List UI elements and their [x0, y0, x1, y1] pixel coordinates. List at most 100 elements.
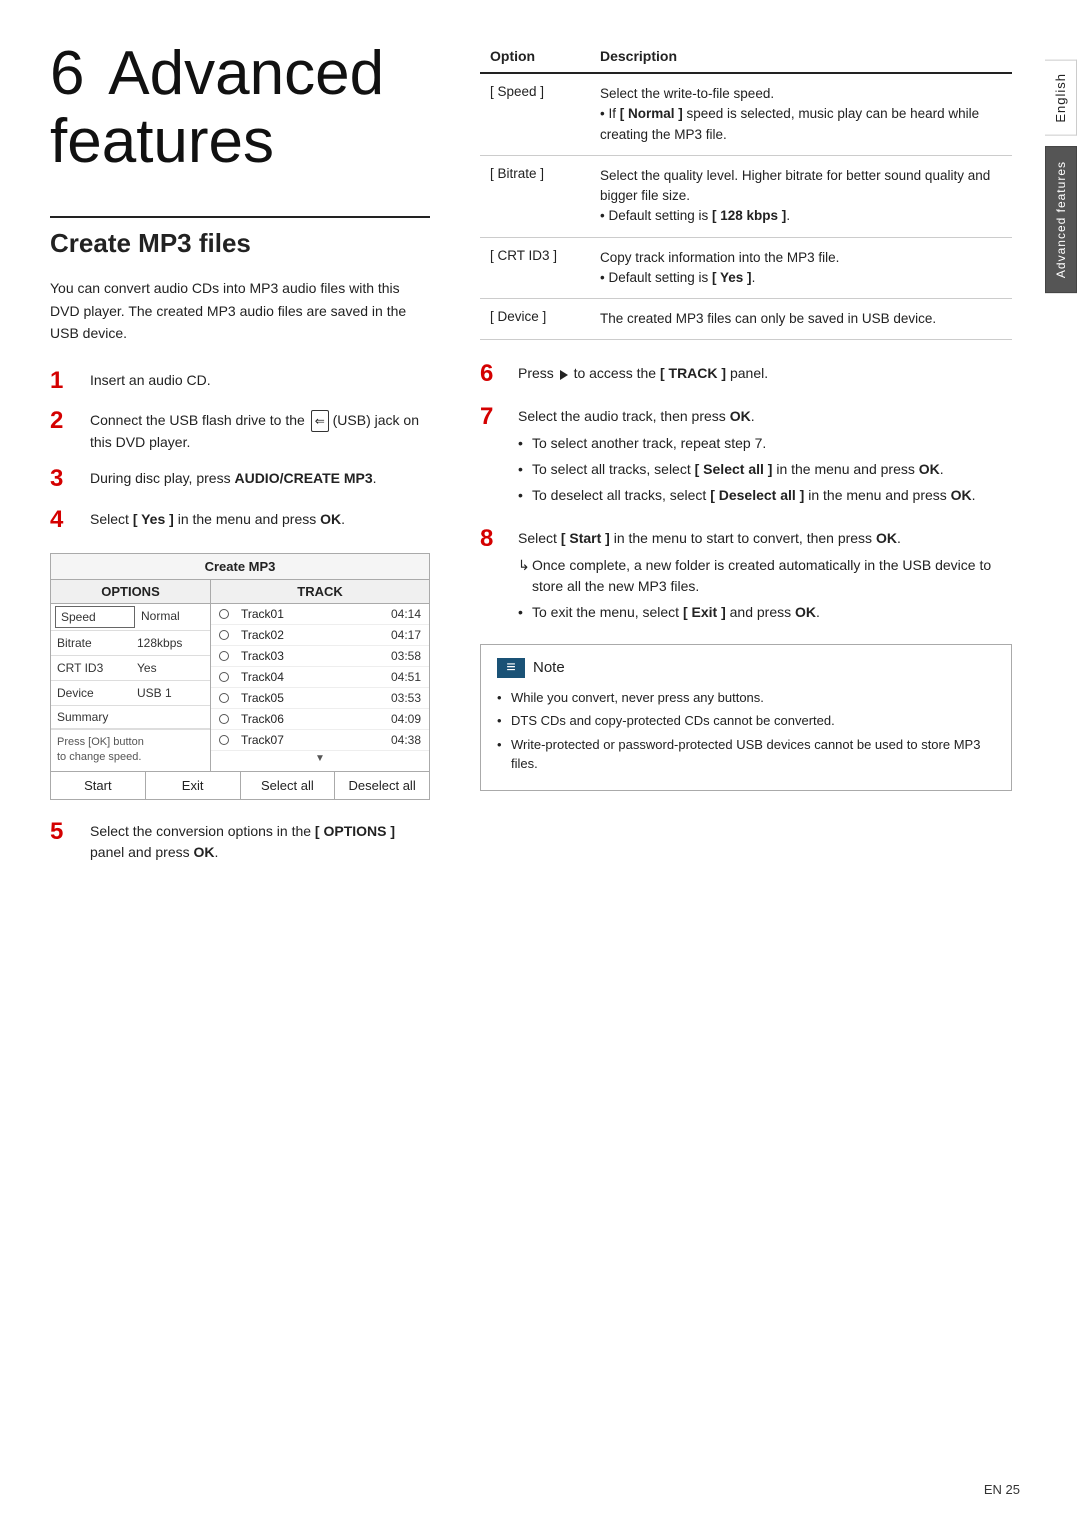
speed-label: Speed	[55, 606, 135, 628]
opt-speed-desc: Select the write-to-file speed. • If [ N…	[590, 73, 1012, 155]
track-name-4: Track04	[241, 670, 383, 684]
step-4: 4 Select [ Yes ] in the menu and press O…	[50, 506, 430, 535]
step-1-text: Insert an audio CD.	[90, 367, 211, 391]
bitrate-value: 128kbps	[131, 631, 210, 655]
track-row-5: Track05 03:53	[211, 688, 429, 709]
track-name-1: Track01	[241, 607, 383, 621]
track-radio-3	[219, 651, 229, 661]
note-item-3: Write-protected or password-protected US…	[497, 735, 995, 774]
left-column: 6 Advancedfeatures Create MP3 files You …	[0, 40, 460, 1487]
step-7-bullets: To select another track, repeat step 7. …	[518, 433, 976, 506]
step-1-num: 1	[50, 367, 80, 396]
track-row-2: Track02 04:17	[211, 625, 429, 646]
intro-text: You can convert audio CDs into MP3 audio…	[50, 277, 430, 344]
step-7-content: Select the audio track, then press OK. T…	[518, 403, 976, 511]
track-row-4: Track04 04:51	[211, 667, 429, 688]
step-4-text: Select [ Yes ] in the menu and press OK.	[90, 506, 345, 530]
track-time-5: 03:53	[391, 691, 421, 705]
step-3: 3 During disc play, press AUDIO/CREATE M…	[50, 465, 430, 494]
step-5: 5 Select the conversion options in the […	[50, 818, 430, 863]
note-list: While you convert, never press any butto…	[497, 688, 995, 774]
track-time-3: 03:58	[391, 649, 421, 663]
track-radio-5	[219, 693, 229, 703]
opt-bitrate-name: [ Bitrate ]	[480, 155, 590, 237]
deselect-all-button[interactable]: Deselect all	[335, 772, 429, 799]
step-7-num: 7	[480, 403, 508, 432]
note-item-1: While you convert, never press any butto…	[497, 688, 995, 708]
device-value: USB 1	[131, 681, 210, 705]
chapter-number: 6	[50, 39, 84, 108]
step-6: 6 Press to access the [ TRACK ] panel.	[480, 360, 1012, 389]
speed-value: Normal	[137, 604, 210, 630]
note-icon	[497, 658, 525, 678]
side-tab: English Advanced features	[1042, 0, 1080, 1527]
option-device: Device USB 1	[51, 681, 210, 706]
track-row-7: Track07 04:38	[211, 730, 429, 751]
step-3-num: 3	[50, 465, 80, 494]
menu-buttons[interactable]: Start Exit Select all Deselect all	[51, 771, 429, 799]
crtid3-value: Yes	[131, 656, 210, 680]
opt-crtid3-name: [ CRT ID3 ]	[480, 237, 590, 299]
table-row-bitrate: [ Bitrate ] Select the quality level. Hi…	[480, 155, 1012, 237]
step-8-bullet-1: Once complete, a new folder is created a…	[518, 555, 1012, 597]
table-row-speed: [ Speed ] Select the write-to-file speed…	[480, 73, 1012, 155]
menu-track-col: TRACK Track01 04:14 Track02 04:17	[211, 580, 429, 771]
step-5-num: 5	[50, 818, 80, 847]
exit-button[interactable]: Exit	[146, 772, 241, 799]
right-column: Option Description [ Speed ] Select the …	[460, 40, 1042, 1487]
track-row-1: Track01 04:14	[211, 604, 429, 625]
track-row-3: Track03 03:58	[211, 646, 429, 667]
summary-label: Summary	[51, 706, 210, 728]
track-radio-7	[219, 735, 229, 745]
menu-note: Press [OK] buttonto change speed.	[51, 729, 210, 771]
option-speed: Speed Normal	[51, 604, 210, 631]
track-name-2: Track02	[241, 628, 383, 642]
bitrate-label: Bitrate	[51, 631, 131, 655]
table-row-crtid3: [ CRT ID3 ] Copy track information into …	[480, 237, 1012, 299]
track-name-3: Track03	[241, 649, 383, 663]
track-name-6: Track06	[241, 712, 383, 726]
table-row-device: [ Device ] The created MP3 files can onl…	[480, 299, 1012, 340]
opt-crtid3-desc: Copy track information into the MP3 file…	[590, 237, 1012, 299]
step-2-text: Connect the USB flash drive to the ⇐ (US…	[90, 407, 430, 453]
track-name-7: Track07	[241, 733, 383, 747]
select-all-button[interactable]: Select all	[241, 772, 336, 799]
step-4-num: 4	[50, 506, 80, 535]
step-5-text: Select the conversion options in the [ O…	[90, 818, 430, 863]
track-radio-1	[219, 609, 229, 619]
option-crtid3: CRT ID3 Yes	[51, 656, 210, 681]
note-item-2: DTS CDs and copy-protected CDs cannot be…	[497, 711, 995, 731]
note-title: Note	[533, 657, 565, 680]
track-radio-2	[219, 630, 229, 640]
scroll-indicator: ▼	[211, 751, 429, 766]
step-7-bullet-3: To deselect all tracks, select [ Deselec…	[518, 485, 976, 506]
play-icon	[560, 370, 568, 380]
step-8-bullet-2: To exit the menu, select [ Exit ] and pr…	[518, 602, 1012, 623]
step-2-num: 2	[50, 407, 80, 436]
desc-col-header: Description	[590, 40, 1012, 73]
usb-icon: ⇐	[311, 410, 329, 432]
start-button[interactable]: Start	[51, 772, 146, 799]
track-row-6: Track06 04:09	[211, 709, 429, 730]
track-radio-4	[219, 672, 229, 682]
note-box: Note While you convert, never press any …	[480, 644, 1012, 791]
step-8-bullets: Once complete, a new folder is created a…	[518, 555, 1012, 623]
option-bitrate: Bitrate 128kbps	[51, 631, 210, 656]
step-2: 2 Connect the USB flash drive to the ⇐ (…	[50, 407, 430, 453]
track-time-7: 04:38	[391, 733, 421, 747]
track-name-5: Track05	[241, 691, 383, 705]
menu-columns: OPTIONS Speed Normal Bitrate 128kbps	[51, 580, 429, 771]
step-3-text: During disc play, press AUDIO/CREATE MP3…	[90, 465, 377, 489]
menu-options-col: OPTIONS Speed Normal Bitrate 128kbps	[51, 580, 211, 771]
left-step-5-list: 5 Select the conversion options in the […	[50, 818, 430, 863]
right-steps-list: 6 Press to access the [ TRACK ] panel. 7…	[480, 360, 1012, 628]
note-header: Note	[497, 657, 995, 680]
options-header: OPTIONS	[51, 580, 210, 604]
crtid3-label: CRT ID3	[51, 656, 131, 680]
english-tab: English	[1045, 60, 1077, 136]
create-mp3-menu: Create MP3 OPTIONS Speed Normal	[50, 553, 430, 800]
step-1: 1 Insert an audio CD.	[50, 367, 430, 396]
step-6-content: Press to access the [ TRACK ] panel.	[518, 360, 768, 384]
opt-device-desc: The created MP3 files can only be saved …	[590, 299, 1012, 340]
track-time-2: 04:17	[391, 628, 421, 642]
